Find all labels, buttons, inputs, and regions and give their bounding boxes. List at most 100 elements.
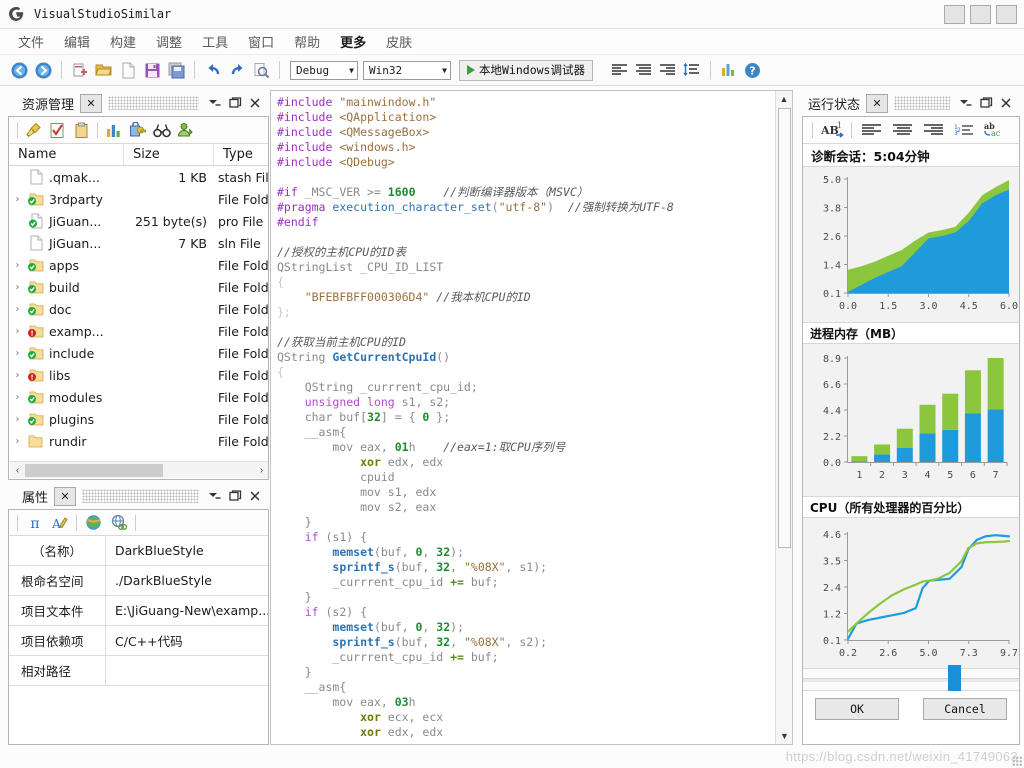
user-icon[interactable]	[174, 119, 197, 142]
numbered-list-icon[interactable]: 132	[950, 119, 977, 142]
find-icon[interactable]	[250, 59, 272, 81]
close-icon[interactable]	[245, 486, 265, 506]
expand-arrow-icon[interactable]: ›	[9, 326, 26, 337]
font-icon[interactable]: A	[48, 511, 71, 534]
table-row[interactable]: › libs File Folde	[9, 364, 269, 386]
align-right-icon[interactable]	[657, 59, 679, 81]
expand-arrow-icon[interactable]: ›	[9, 436, 26, 447]
property-row[interactable]: 相对路径	[9, 656, 268, 686]
menu-more[interactable]: 更多	[330, 29, 376, 54]
new-project-icon[interactable]	[69, 59, 91, 81]
lock-icon[interactable]	[126, 119, 149, 142]
property-value[interactable]: C/C++代码	[106, 631, 268, 650]
property-row[interactable]: 项目文本件 E:\JiGuang-New\examp...	[9, 596, 268, 626]
property-row[interactable]: 根命名空间 ./DarkBlueStyle	[9, 566, 268, 596]
diagnostics-tab-close-button[interactable]: ✕	[866, 93, 889, 113]
platform-combo[interactable]: Win32 ▼	[363, 60, 451, 80]
maximize-button[interactable]	[970, 4, 991, 24]
menu-file[interactable]: 文件	[8, 29, 54, 54]
save-icon[interactable]	[141, 59, 163, 81]
align-left-icon[interactable]	[609, 59, 631, 81]
chart-icon[interactable]	[102, 119, 125, 142]
timeline-slider[interactable]	[803, 665, 1019, 691]
binoculars-icon[interactable]	[150, 119, 173, 142]
menu-build[interactable]: 构建	[100, 29, 146, 54]
table-row[interactable]: › 3rdparty File Folde	[9, 188, 269, 210]
broom-icon[interactable]	[22, 119, 45, 142]
hscroll-thumb[interactable]	[25, 463, 163, 477]
dropdown-icon[interactable]	[956, 93, 976, 113]
dropdown-icon[interactable]	[205, 486, 225, 506]
properties-drag-grip[interactable]	[82, 489, 199, 503]
float-icon[interactable]	[225, 93, 245, 113]
scroll-down-icon[interactable]: ▼	[776, 728, 792, 744]
menu-tools[interactable]: 工具	[192, 29, 238, 54]
open-folder-icon[interactable]	[93, 59, 115, 81]
editor-vertical-scrollbar[interactable]: ▲ ▼	[775, 91, 792, 744]
table-row[interactable]: › modules File Folde	[9, 386, 269, 408]
expand-arrow-icon[interactable]: ›	[9, 370, 26, 381]
column-header-size[interactable]: Size	[124, 144, 214, 165]
run-debugger-button[interactable]: 本地Windows调试器	[459, 59, 593, 81]
pi-icon[interactable]: π	[23, 511, 46, 534]
diagnostics-drag-grip[interactable]	[894, 96, 950, 110]
align-center-icon[interactable]	[888, 119, 917, 142]
resize-grip[interactable]	[1012, 756, 1022, 766]
menu-window[interactable]: 窗口	[238, 29, 284, 54]
vscroll-thumb[interactable]	[778, 108, 791, 548]
cancel-button[interactable]: Cancel	[923, 697, 1007, 720]
chart-icon[interactable]	[718, 59, 740, 81]
code-text-area[interactable]: #include "mainwindow.h" #include <QApplic…	[271, 91, 776, 744]
nav-back-icon[interactable]	[8, 59, 30, 81]
column-header-name[interactable]: Name	[9, 144, 124, 165]
close-icon[interactable]	[996, 93, 1016, 113]
property-row[interactable]: （名称） DarkBlueStyle	[9, 536, 268, 566]
align-left-icon[interactable]	[857, 119, 886, 142]
property-value[interactable]: E:\JiGuang-New\examp...	[106, 603, 268, 618]
table-row[interactable]: › include File Folde	[9, 342, 269, 364]
expand-arrow-icon[interactable]: ›	[9, 282, 26, 293]
scroll-left-icon[interactable]: ‹	[10, 465, 25, 476]
save-all-icon[interactable]	[165, 59, 187, 81]
nav-forward-icon[interactable]	[32, 59, 54, 81]
clipboard-icon[interactable]	[70, 119, 93, 142]
minimize-button[interactable]	[944, 4, 965, 24]
help-icon[interactable]: ?	[742, 59, 764, 81]
float-icon[interactable]	[976, 93, 996, 113]
globe-icon[interactable]	[82, 511, 105, 534]
hscroll-track[interactable]	[25, 463, 254, 477]
menu-edit[interactable]: 编辑	[54, 29, 100, 54]
property-value[interactable]: ./DarkBlueStyle	[106, 573, 268, 588]
align-right-icon[interactable]	[919, 119, 948, 142]
explorer-drag-grip[interactable]	[108, 96, 199, 110]
table-row[interactable]: › build File Folde	[9, 276, 269, 298]
expand-arrow-icon[interactable]: ›	[9, 260, 26, 271]
undo-icon[interactable]	[202, 59, 224, 81]
scroll-right-icon[interactable]: ›	[254, 465, 268, 476]
property-value[interactable]: DarkBlueStyle	[106, 543, 268, 558]
properties-tab-close-button[interactable]: ✕	[54, 486, 77, 506]
table-row[interactable]: JiGuan... 251 byte(s) pro File	[9, 210, 268, 232]
ok-button[interactable]: OK	[815, 697, 899, 720]
scroll-up-icon[interactable]: ▲	[776, 91, 792, 107]
slider-thumb[interactable]	[948, 665, 961, 691]
explorer-tab-close-button[interactable]: ✕	[80, 93, 103, 113]
checklist-icon[interactable]	[46, 119, 69, 142]
close-button[interactable]	[996, 4, 1017, 24]
spellcheck-icon[interactable]: ab ac	[979, 119, 1006, 142]
close-icon[interactable]	[245, 93, 265, 113]
menu-skin[interactable]: 皮肤	[376, 29, 422, 54]
table-row[interactable]: › doc File Folde	[9, 298, 269, 320]
table-row[interactable]: › rundir File Folde	[9, 430, 269, 452]
web-link-icon[interactable]	[107, 511, 130, 534]
expand-arrow-icon[interactable]: ›	[9, 392, 26, 403]
expand-arrow-icon[interactable]: ›	[9, 414, 26, 425]
menu-help[interactable]: 帮助	[284, 29, 330, 54]
configuration-combo[interactable]: Debug ▼	[290, 60, 358, 80]
redo-icon[interactable]	[226, 59, 248, 81]
float-icon[interactable]	[225, 486, 245, 506]
align-center-icon[interactable]	[633, 59, 655, 81]
table-row[interactable]: › apps File Folde	[9, 254, 269, 276]
table-row[interactable]: › plugins File Folde	[9, 408, 269, 430]
explorer-horizontal-scrollbar[interactable]: ‹ ›	[10, 461, 268, 478]
